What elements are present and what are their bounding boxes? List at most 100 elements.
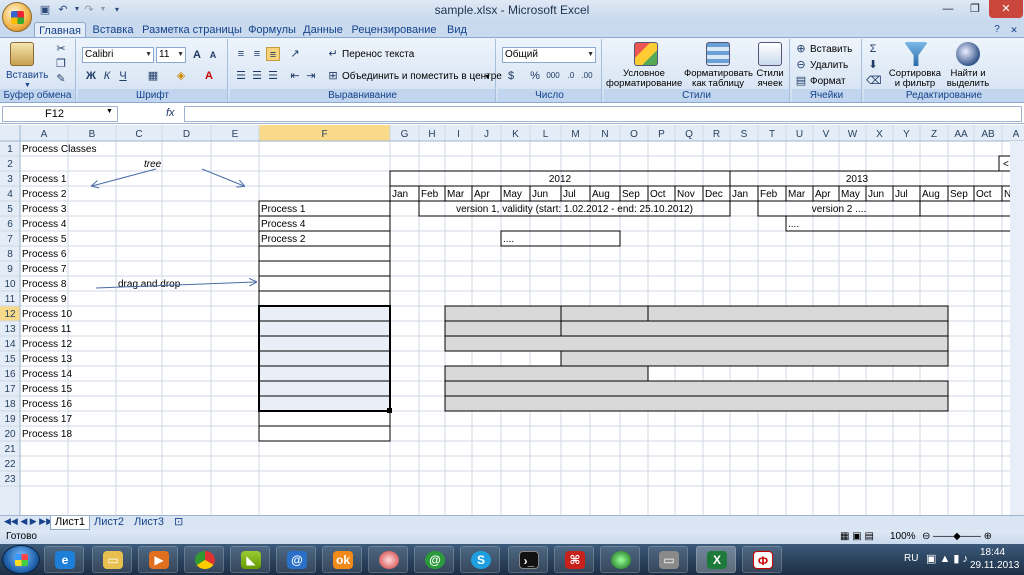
taskbar-ie[interactable]: e: [44, 546, 84, 573]
formula-input[interactable]: [184, 106, 1022, 122]
row-header[interactable]: 15: [4, 354, 16, 365]
paste-icon[interactable]: [10, 42, 34, 66]
gantt-bar[interactable]: [444, 335, 949, 352]
increase-indent-icon[interactable]: ⇥: [304, 69, 318, 83]
row-header[interactable]: 10: [4, 279, 16, 290]
row-header[interactable]: 13: [4, 324, 16, 335]
column-header[interactable]: L: [543, 129, 549, 140]
column-header[interactable]: G: [401, 129, 409, 140]
taskbar-app5[interactable]: ◣: [230, 546, 270, 573]
column-header[interactable]: F: [321, 129, 327, 140]
fill-color-icon[interactable]: ◈: [174, 69, 188, 83]
column-header[interactable]: S: [741, 129, 748, 140]
tab-view[interactable]: Вид: [442, 22, 472, 38]
cell-styles-button[interactable]: Стили ячеек: [752, 69, 788, 89]
tab-review[interactable]: Рецензирование: [348, 22, 440, 38]
column-header[interactable]: H: [428, 129, 435, 140]
grow-font-icon[interactable]: A: [190, 48, 204, 62]
column-header[interactable]: AA: [954, 129, 968, 140]
gantt-bar[interactable]: [560, 350, 949, 367]
row-header[interactable]: 14: [4, 339, 16, 350]
format-cells-icon[interactable]: ▤: [794, 74, 808, 88]
gantt-bar[interactable]: [560, 320, 949, 337]
cell-text[interactable]: Process Classes: [22, 144, 96, 155]
cell-text[interactable]: Process 2: [22, 189, 67, 200]
align-middle-icon[interactable]: ≡: [250, 47, 264, 61]
cell-text[interactable]: Process 16: [22, 399, 72, 410]
row-header[interactable]: 7: [7, 234, 13, 245]
column-header[interactable]: V: [823, 129, 830, 140]
column-header[interactable]: AB: [981, 129, 995, 140]
cell-text[interactable]: Process 10: [22, 309, 72, 320]
name-box-dropdown-icon[interactable]: ▼: [106, 108, 113, 115]
tray-icons[interactable]: ▣ ▲ ▮ ♪: [926, 552, 968, 565]
row-header[interactable]: 16: [4, 369, 16, 380]
thousands-button[interactable]: 000: [544, 69, 562, 83]
help-icon[interactable]: ?: [990, 22, 1004, 38]
grid-canvas[interactable]: A B C D E F G H I J K L M N O P Q R S T U V W X Y Z AA AB A123456789…: [0, 125, 1024, 515]
cell-text[interactable]: drag and drop: [118, 279, 181, 290]
taskbar-icq[interactable]: @: [414, 546, 454, 573]
row-header[interactable]: 20: [4, 429, 16, 440]
format-cells-button[interactable]: Формат: [810, 76, 846, 88]
close-icon[interactable]: ✕: [989, 0, 1023, 18]
clock-date[interactable]: 29.11.2013: [970, 560, 1019, 571]
cell-text[interactable]: Process 2: [261, 234, 306, 245]
taskbar-excel[interactable]: X: [696, 546, 736, 573]
sheet-nav-icon[interactable]: ◀◀ ◀ ▶ ▶▶: [4, 516, 53, 527]
row-header[interactable]: 6: [7, 219, 13, 230]
percent-button[interactable]: %: [528, 69, 542, 83]
cell-text[interactable]: Process 3: [22, 204, 67, 215]
decrease-decimal-icon[interactable]: .00: [580, 69, 594, 83]
gantt-bar[interactable]: [444, 380, 949, 397]
column-header[interactable]: E: [232, 129, 239, 140]
minimize-icon[interactable]: —: [935, 0, 961, 18]
conditional-formatting-button[interactable]: Условное форматирование: [606, 69, 682, 89]
row-header[interactable]: 19: [4, 414, 16, 425]
find-select-button[interactable]: Найти и выделить: [944, 69, 992, 89]
row-header[interactable]: 12: [4, 309, 16, 320]
clock-time[interactable]: 18:44: [980, 547, 1005, 558]
row-header[interactable]: 5: [7, 204, 13, 215]
cell-text[interactable]: Process 17: [22, 414, 72, 425]
column-header[interactable]: N: [601, 129, 608, 140]
column-header[interactable]: X: [876, 129, 883, 140]
cell-text[interactable]: Process 11: [22, 324, 72, 335]
row-header[interactable]: 2: [7, 159, 13, 170]
copy-icon[interactable]: ❐: [54, 57, 68, 71]
column-header[interactable]: W: [848, 129, 858, 140]
drop-target-cell[interactable]: [258, 425, 391, 442]
orientation-icon[interactable]: ↗: [288, 47, 302, 61]
taskbar-app16[interactable]: Ф: [742, 546, 782, 573]
delete-cells-icon[interactable]: ⊖: [794, 58, 808, 72]
wrap-text-button[interactable]: Перенос текста: [342, 49, 414, 61]
view-normal-icon[interactable]: ▦ ▣ ▤: [840, 530, 874, 544]
underline-button[interactable]: Ч: [116, 69, 130, 83]
cell-text[interactable]: Process 4: [261, 219, 306, 230]
row-header[interactable]: 23: [4, 474, 16, 485]
cell-text[interactable]: tree: [144, 159, 162, 170]
insert-cells-button[interactable]: Вставить: [810, 44, 852, 56]
taskbar-media[interactable]: ▶: [138, 546, 178, 573]
sheet-tab-2[interactable]: Лист2: [90, 516, 128, 530]
row-header[interactable]: 3: [7, 174, 13, 185]
tab-insert[interactable]: Вставка: [88, 22, 138, 38]
drop-target-cell[interactable]: [258, 260, 391, 277]
align-bottom-icon[interactable]: ≡: [266, 47, 280, 61]
cell-styles-icon[interactable]: [758, 42, 782, 66]
cell-text[interactable]: Process 8: [22, 279, 67, 290]
currency-icon[interactable]: $: [504, 69, 518, 83]
column-header[interactable]: I: [457, 129, 460, 140]
column-header[interactable]: A: [1013, 129, 1020, 140]
new-sheet-icon[interactable]: ⊡: [170, 516, 187, 530]
gantt-bar[interactable]: [444, 365, 649, 382]
column-header[interactable]: U: [796, 129, 803, 140]
column-header[interactable]: Y: [903, 129, 910, 140]
taskbar-app13[interactable]: [600, 546, 640, 573]
taskbar-explorer[interactable]: ▭: [92, 546, 132, 573]
font-size-field[interactable]: 11 ▼: [156, 47, 186, 63]
name-box[interactable]: F12: [2, 106, 118, 122]
cell-text[interactable]: Process 15: [22, 384, 72, 395]
row-header[interactable]: 1: [7, 144, 13, 155]
cell-text[interactable]: Process 1: [22, 174, 67, 185]
